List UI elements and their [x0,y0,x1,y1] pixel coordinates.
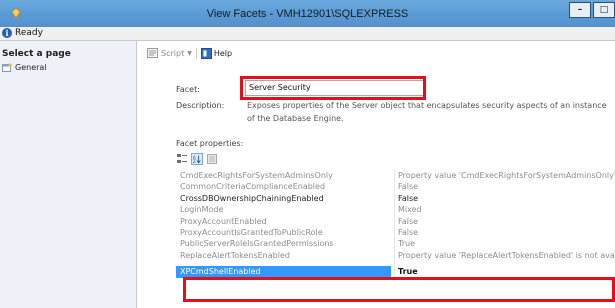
maximize-button[interactable]: □ [593,2,615,18]
help-icon [200,47,212,59]
property-value: True [398,267,418,277]
title-bar: View Facets - VMH12901\SQLEXPRESS – □ [0,0,615,27]
property-name: LoginMode [180,205,224,215]
select-page-header: Select a page [2,49,71,59]
property-value: Property value 'CmdExecRightsForSystemAd… [398,171,615,180]
property-row[interactable]: LoginMode Mixed [176,204,615,215]
property-value: True [398,239,415,249]
facet-properties-label: Facet properties: [176,139,244,148]
property-name: XPCmdShellEnabled [176,266,391,278]
property-row[interactable]: ProxyAccountIsGrantedToPublicRole False [176,227,615,238]
property-row[interactable]: PublicServerRoleIsGrantedPermissions True [176,238,615,249]
window-controls: – □ [567,2,615,19]
page-icon [2,63,12,72]
property-name: CmdExecRightsForSystemAdminsOnly [180,171,333,180]
page-item-general[interactable]: General [2,62,47,73]
property-name: ProxyAccountEnabled [180,216,267,226]
property-row[interactable]: XPCmdShellEnabled True [176,266,615,278]
property-row[interactable]: CmdExecRightsForSystemAdminsOnly Property… [176,170,615,181]
property-name: ProxyAccountIsGrantedToPublicRole [180,227,323,237]
alphabetical-sort-icon[interactable]: A Z [191,152,203,165]
page-item-label: General [15,63,47,72]
info-icon: i [2,28,12,38]
categorized-icon[interactable] [176,153,188,165]
property-grid: CmdExecRightsForSystemAdminsOnly Property… [176,170,615,278]
property-name: CommonCriteriaComplianceEnabled [180,182,326,192]
property-value: False [398,193,419,203]
property-name: ReplaceAlertTokensEnabled [180,250,290,260]
description-text: Exposes properties of the Server object … [247,101,607,123]
minimize-button[interactable]: – [569,2,591,18]
script-button[interactable]: Script [161,49,184,58]
property-value: Mixed [398,205,422,215]
script-dropdown-icon[interactable]: ▼ [187,50,192,57]
help-button[interactable]: Help [214,49,232,58]
toolbar: Script ▼ Help [147,47,232,59]
property-row[interactable]: CrossDBOwnershipChainingEnabled False [176,193,615,204]
script-icon [147,48,158,58]
toolbar-separator [195,47,197,59]
property-value: False [398,182,419,192]
property-grid-toolbar: A Z [176,152,221,165]
property-value: False [398,227,419,237]
property-value: Property value 'ReplaceAlertTokensEnable… [398,250,615,260]
facet-highlight-box [240,76,426,100]
property-highlight-box [183,277,615,302]
facet-label: Facet: [176,85,200,94]
property-value: False [398,216,419,226]
property-row[interactable]: ProxyAccountEnabled False [176,216,615,227]
property-row[interactable]: CommonCriteriaComplianceEnabled False [176,181,615,192]
description-label: Description: [176,101,225,110]
property-pages-icon[interactable] [206,153,218,165]
status-text: Ready [15,28,43,38]
property-name: PublicServerRoleIsGrantedPermissions [180,239,334,249]
property-name: CrossDBOwnershipChainingEnabled [180,193,324,203]
property-row[interactable]: ReplaceAlertTokensEnabled Property value … [176,250,615,261]
select-page-pane: Select a page General [0,41,137,308]
status-bar: i Ready [0,27,615,41]
window-title: View Facets - VMH12901\SQLEXPRESS [206,8,409,20]
svg-text:Z: Z [193,159,196,164]
